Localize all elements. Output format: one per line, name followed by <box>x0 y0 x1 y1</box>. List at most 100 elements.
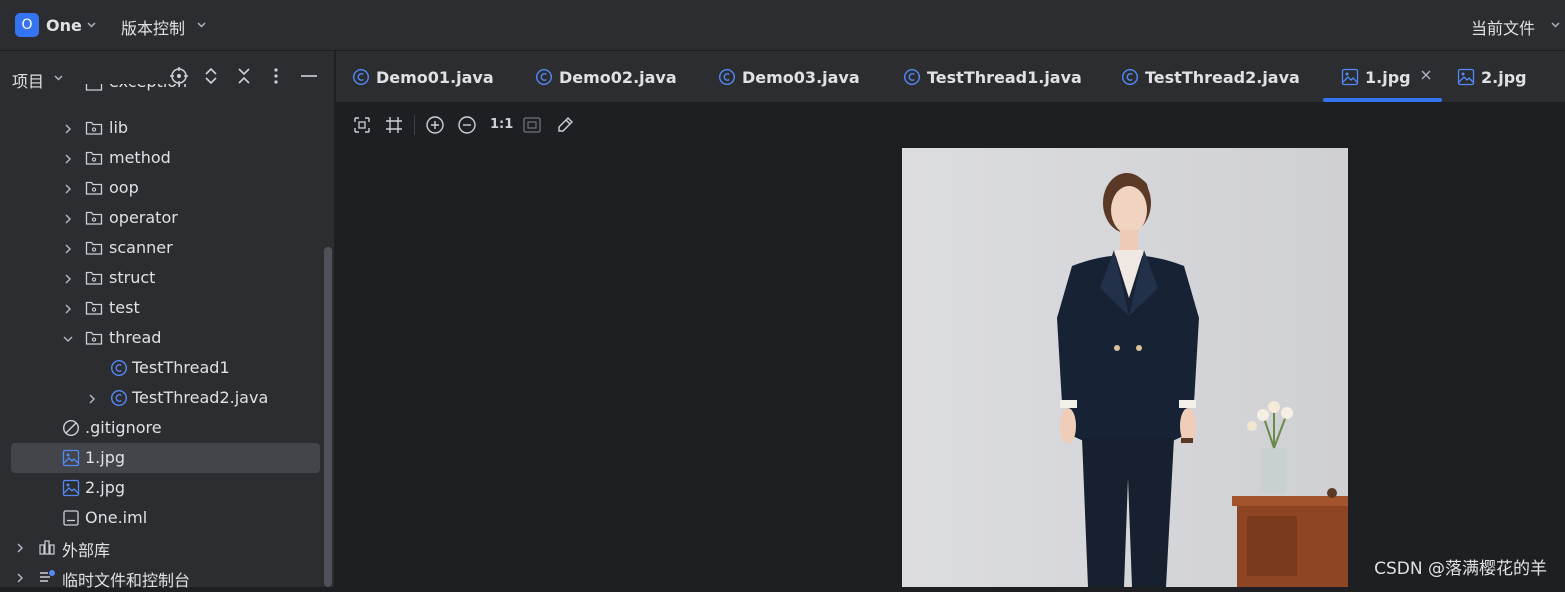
module-file-icon <box>62 509 80 527</box>
project-badge[interactable]: O <box>15 13 39 37</box>
tab-label: Demo03.java <box>742 68 860 87</box>
chevron-down-icon[interactable] <box>1550 19 1561 33</box>
chevron-right-icon[interactable] <box>86 391 98 405</box>
tab-label: TestThread1.java <box>927 68 1082 87</box>
project-tool-window: 项目 exception lib met <box>0 51 335 590</box>
zoom-in-icon[interactable] <box>425 115 445 135</box>
tree-item-label: exception <box>109 84 187 91</box>
fit-to-window-icon[interactable] <box>522 115 542 135</box>
tree-item-test[interactable]: test <box>0 293 320 323</box>
tree-item-label: operator <box>109 208 178 227</box>
ignore-file-icon <box>62 419 80 437</box>
tree-item-operator[interactable]: operator <box>0 203 320 233</box>
tree-item-one-iml[interactable]: One.iml <box>0 503 320 533</box>
folder-icon <box>85 239 103 257</box>
active-tab-indicator <box>1323 98 1442 102</box>
chevron-right-icon[interactable] <box>62 181 74 195</box>
grid-icon[interactable] <box>384 115 404 135</box>
tab-label: TestThread2.java <box>1145 68 1300 87</box>
tree-item-label: One.iml <box>85 508 148 527</box>
folder-icon <box>85 299 103 317</box>
tree-item-thread[interactable]: thread <box>0 323 320 353</box>
chevron-right-icon[interactable] <box>14 540 26 554</box>
folder-icon <box>85 84 103 93</box>
tab-label: Demo02.java <box>559 68 677 87</box>
tree-item-label: struct <box>109 268 156 287</box>
chevron-right-icon[interactable] <box>62 241 74 255</box>
tree-item-label: .gitignore <box>85 418 162 437</box>
tree-item-gitignore[interactable]: .gitignore <box>0 413 320 443</box>
chevron-right-icon[interactable] <box>62 151 74 165</box>
actual-size-button[interactable]: 1:1 <box>490 117 513 132</box>
chevron-down-icon[interactable] <box>86 19 97 33</box>
class-icon <box>110 389 128 407</box>
tree-item-label: 1.jpg <box>85 448 126 467</box>
chevron-right-icon[interactable] <box>62 301 74 315</box>
tree-item-2-jpg[interactable]: 2.jpg <box>0 473 320 503</box>
library-icon <box>38 538 56 556</box>
tree-item-label: method <box>109 148 171 167</box>
tree-item-struct[interactable]: struct <box>0 263 320 293</box>
title-bar: O One 版本控制 当前文件 <box>0 0 1565 51</box>
folder-icon <box>85 329 103 347</box>
tree-item-label: 2.jpg <box>85 478 126 497</box>
scratches-icon <box>38 568 56 586</box>
chevron-right-icon[interactable] <box>62 121 74 135</box>
tab-label: 1.jpg <box>1365 68 1411 87</box>
tree-item-label: TestThread2.java <box>132 388 269 407</box>
chevron-right-icon[interactable] <box>14 570 26 584</box>
class-icon <box>1121 68 1139 86</box>
chevron-right-icon[interactable] <box>62 271 74 285</box>
tree-item-scratches[interactable]: 临时文件和控制台 <box>0 562 320 592</box>
chevron-down-icon[interactable] <box>196 19 207 33</box>
tree-item-label: 临时文件和控制台 <box>62 571 191 590</box>
class-icon <box>718 68 736 86</box>
tree-item-scanner[interactable]: scanner <box>0 233 320 263</box>
image-file-icon <box>62 479 80 497</box>
watermark: CSDN @落满樱花的羊 <box>1374 559 1547 579</box>
tree-item-testthread1[interactable]: TestThread1 <box>0 353 320 383</box>
tree-item-label: 外部库 <box>62 541 111 560</box>
class-icon <box>110 359 128 377</box>
class-icon <box>535 68 553 86</box>
chevron-down-icon[interactable] <box>62 331 74 345</box>
fit-zoom-icon[interactable] <box>352 115 372 135</box>
folder-icon <box>85 149 103 167</box>
tree-item-label: oop <box>109 178 139 197</box>
tab-label: 2.jpg <box>1481 68 1527 87</box>
folder-icon <box>85 179 103 197</box>
folder-icon <box>85 269 103 287</box>
editor-tab-bar: Demo01.java Demo02.java Demo03.java Test… <box>336 51 1565 103</box>
class-icon <box>903 68 921 86</box>
tree-item-label: scanner <box>109 238 173 257</box>
chevron-right-icon[interactable] <box>62 211 74 225</box>
tree-item-label: thread <box>109 328 162 347</box>
tree-item-exception[interactable]: exception <box>0 84 320 102</box>
tree-item-label: TestThread1 <box>132 358 230 377</box>
image-editor: 1:1 CSDN @落满樱花的羊 <box>336 103 1565 587</box>
tree-item-testthread2[interactable]: TestThread2.java <box>0 383 320 413</box>
image-file-icon <box>1457 68 1475 86</box>
tree-item-1-jpg[interactable]: 1.jpg <box>11 443 320 473</box>
close-icon[interactable] <box>1419 67 1433 83</box>
image-file-icon <box>1341 68 1359 86</box>
tree-item-oop[interactable]: oop <box>0 173 320 203</box>
toolbar-divider <box>414 115 415 135</box>
sidebar-scrollbar[interactable] <box>324 247 332 587</box>
class-icon <box>352 68 370 86</box>
folder-icon <box>85 209 103 227</box>
zoom-out-icon[interactable] <box>457 115 477 135</box>
tree-item-external-libraries[interactable]: 外部库 <box>0 532 320 562</box>
displayed-image <box>902 148 1348 587</box>
tree-item-label: lib <box>109 118 129 137</box>
image-file-icon <box>62 449 80 467</box>
current-file-menu[interactable]: 当前文件 <box>1471 15 1535 39</box>
tree-item-label: test <box>109 298 140 317</box>
folder-icon <box>85 119 103 137</box>
color-picker-icon[interactable] <box>555 115 575 135</box>
project-name[interactable]: One <box>46 16 82 35</box>
vcs-menu[interactable]: 版本控制 <box>121 15 185 39</box>
tree-item-lib[interactable]: lib <box>0 113 320 143</box>
tree-item-method[interactable]: method <box>0 143 320 173</box>
tab-label: Demo01.java <box>376 68 494 87</box>
